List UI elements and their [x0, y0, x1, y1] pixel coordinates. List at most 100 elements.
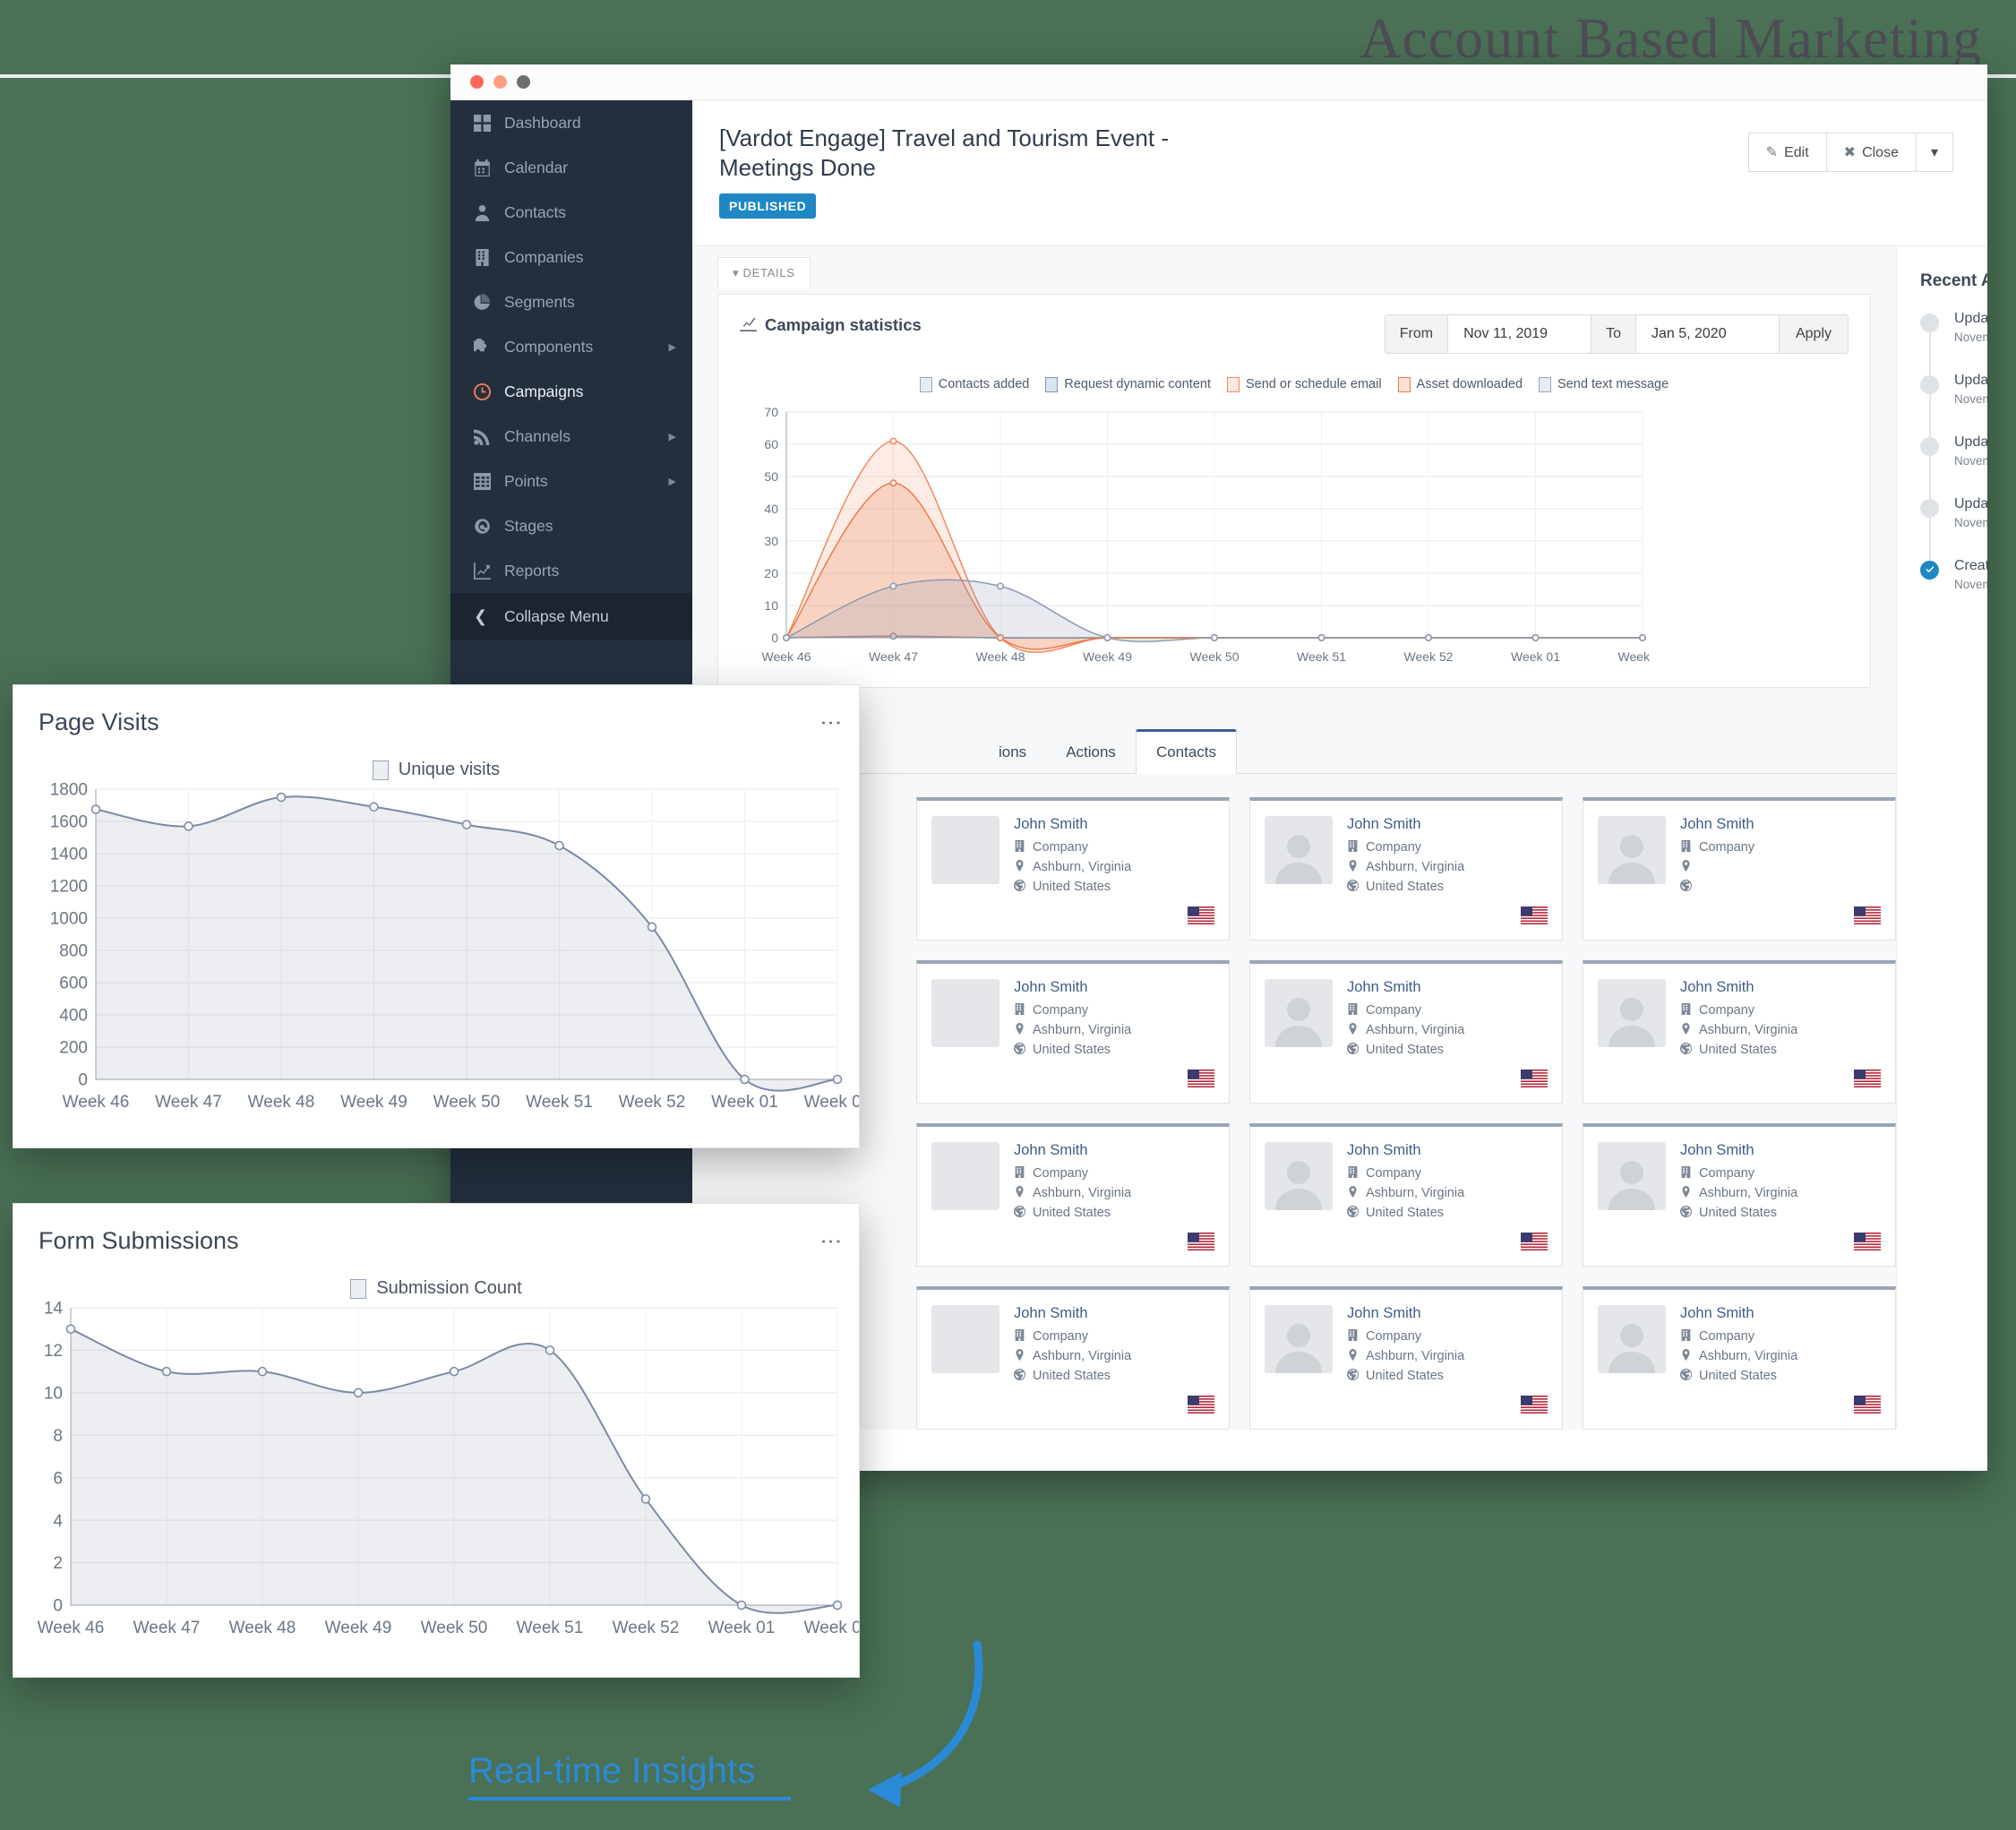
svg-text:Week 51: Week 51 [517, 1619, 584, 1637]
contact-card[interactable]: John Smith Company Ashburn, Virginia United… [1583, 959, 1896, 1104]
recent-activity-title: Recent Activity [1920, 271, 1987, 290]
contact-country [1680, 879, 1840, 895]
legend-swatch [372, 760, 389, 780]
svg-text:Week 49: Week 49 [340, 1093, 407, 1112]
timeline-dot [1920, 313, 1939, 332]
building-icon [1680, 839, 1692, 855]
sidebar-item-contacts[interactable]: Contacts [450, 190, 692, 235]
apply-button[interactable]: Apply [1779, 314, 1848, 353]
sidebar-item-reports[interactable]: Reports [450, 548, 692, 593]
contact-card[interactable]: John Smith Company Ashburn, Virginia United… [916, 1285, 1230, 1430]
sidebar-item-label: Contacts [504, 202, 567, 221]
from-date-input[interactable] [1448, 314, 1592, 353]
sidebar-item-calendar[interactable]: Calendar [450, 145, 692, 190]
contact-card[interactable]: John Smith Company Ashburn, Virginia United… [916, 1122, 1230, 1267]
page-visits-chart: 0 200 400 600 800 1000 1200 1400 1600 1800 Week 46… [50, 781, 871, 1112]
contact-country: United States [1014, 1205, 1173, 1221]
building-icon [1014, 1002, 1025, 1018]
location-pin-icon [1347, 1348, 1359, 1364]
tab-actions[interactable]: Actions [1046, 732, 1136, 773]
svg-text:12: 12 [44, 1342, 63, 1361]
form-submissions-legend: Submission Count [13, 1278, 859, 1299]
contact-city: Ashburn, Virginia [1347, 1348, 1506, 1364]
us-flag-icon [1188, 1395, 1214, 1413]
sidebar-item-campaigns[interactable]: Campaigns [450, 369, 692, 414]
legend-item[interactable]: Asset downloaded [1397, 376, 1523, 392]
contact-city: Ashburn, Virginia [1014, 1348, 1173, 1364]
activity-headline: Created by Mohammed Razem [1954, 557, 1987, 573]
sidebar-item-dashboard[interactable]: Dashboard [450, 100, 692, 145]
chevron-right-icon: ▶ [668, 476, 676, 487]
svg-text:14: 14 [44, 1300, 64, 1319]
building-icon [1680, 1328, 1692, 1345]
svg-text:Week 51: Week 51 [1297, 649, 1346, 664]
activity-headline: Updated by Mohammed Razem [1954, 372, 1987, 388]
minimize-dot[interactable] [493, 75, 507, 89]
globe-icon [1014, 1205, 1025, 1221]
form-submissions-menu-icon[interactable]: ⋮ [819, 1231, 843, 1252]
edit-button[interactable]: ✎ Edit [1747, 133, 1827, 172]
contact-name: John Smith [1014, 978, 1088, 995]
close-button[interactable]: ✖ Close [1826, 133, 1917, 172]
close-dot[interactable] [470, 75, 484, 89]
pie-chart-icon [474, 293, 504, 311]
sidebar-item-components[interactable]: Components ▶ [450, 324, 692, 369]
sidebar-item-channels[interactable]: Channels ▶ [450, 414, 692, 459]
form-submissions-title: Form Submissions [39, 1227, 239, 1254]
contact-name: John Smith [1347, 815, 1421, 832]
page-visits-menu-icon[interactable]: ⋮ [819, 712, 843, 734]
contact-city: Ashburn, Virginia [1347, 1185, 1506, 1201]
legend-item[interactable]: Send text message [1539, 376, 1669, 392]
maximize-dot[interactable] [517, 75, 530, 89]
campaign-chart-legend: Contacts added Request dynamic content S… [740, 376, 1849, 392]
contact-card[interactable]: John Smith Company Ashburn, Virginia United… [1249, 796, 1563, 941]
contact-card[interactable]: John Smith Company Ashburn, Virginia United… [1249, 1285, 1563, 1430]
legend-item[interactable]: Request dynamic content [1045, 376, 1211, 392]
location-pin-icon [1680, 1022, 1692, 1038]
sidebar-item-points[interactable]: Points ▶ [450, 459, 692, 503]
svg-text:Week 46: Week 46 [38, 1619, 105, 1637]
sidebar-item-stages[interactable]: Stages [450, 503, 692, 548]
gauge-icon [474, 518, 504, 535]
globe-icon [1680, 1205, 1692, 1221]
avatar [1265, 1304, 1333, 1373]
contact-card[interactable]: John Smith Company Ashburn, Virginia United… [916, 959, 1230, 1104]
tab-contacts[interactable]: Contacts [1135, 728, 1238, 774]
tab-ions[interactable]: ions [979, 732, 1046, 773]
to-date-input[interactable] [1635, 314, 1780, 353]
content-left: ▾ DETAILS Campaign statistics From Nov 1… [692, 245, 1896, 1430]
avatar [1265, 1141, 1333, 1210]
legend-label: Send text message [1557, 377, 1669, 391]
globe-icon [1680, 1042, 1692, 1058]
sidebar-collapse-menu[interactable]: ❮ Collapse Menu [450, 593, 692, 640]
activity-item: Updated by Mohammed Razem November 24, 20… [1920, 434, 1987, 468]
legend-item[interactable]: Contacts added [919, 376, 1029, 392]
svg-text:0: 0 [78, 1071, 88, 1090]
activity-headline: Updated by Mohammed Razem [1954, 495, 1987, 511]
legend-item[interactable]: Send or schedule email [1227, 376, 1382, 392]
contact-city: Ashburn, Virginia [1014, 1185, 1173, 1201]
details-tab[interactable]: ▾ DETAILS [717, 256, 811, 288]
contact-card[interactable]: John Smith Company Ashburn, Virginia United… [1249, 1122, 1563, 1267]
contact-card[interactable]: John Smith Company Ashburn, Virginia United… [1583, 1285, 1896, 1430]
form-submissions-panel: Form Submissions ⋮ Submission Count 0 2 4 6… [13, 1203, 871, 1678]
contact-card[interactable]: John Smith Company Ashburn, Virginia United… [1583, 1122, 1896, 1267]
contact-card[interactable]: John Smith Company [1583, 796, 1896, 941]
contact-city: Ashburn, Virginia [1680, 1348, 1840, 1364]
legend-label: Send or schedule email [1246, 377, 1382, 391]
more-actions-dropdown[interactable]: ▾ [1916, 133, 1953, 172]
contact-name: John Smith [1347, 978, 1421, 995]
contact-card[interactable]: John Smith Company Ashburn, Virginia United… [916, 796, 1230, 941]
svg-text:Week 49: Week 49 [1083, 649, 1132, 664]
location-pin-icon [1680, 1348, 1692, 1364]
svg-text:Week 02: Week 02 [804, 1093, 859, 1112]
contact-card[interactable]: John Smith Company Ashburn, Virginia United… [1249, 959, 1563, 1104]
activity-headline: Updated by Mohammed Razem [1954, 310, 1987, 326]
sidebar-item-companies[interactable]: Companies [450, 235, 692, 279]
recent-activity-panel: Recent Activity Updated by Mohammed Raze… [1896, 245, 1987, 1430]
location-pin-icon [1347, 1185, 1359, 1201]
sidebar-item-segments[interactable]: Segments [450, 279, 692, 324]
svg-text:Week 52: Week 52 [1404, 649, 1454, 664]
svg-text:Week 47: Week 47 [133, 1619, 201, 1637]
avatar [1598, 978, 1666, 1047]
